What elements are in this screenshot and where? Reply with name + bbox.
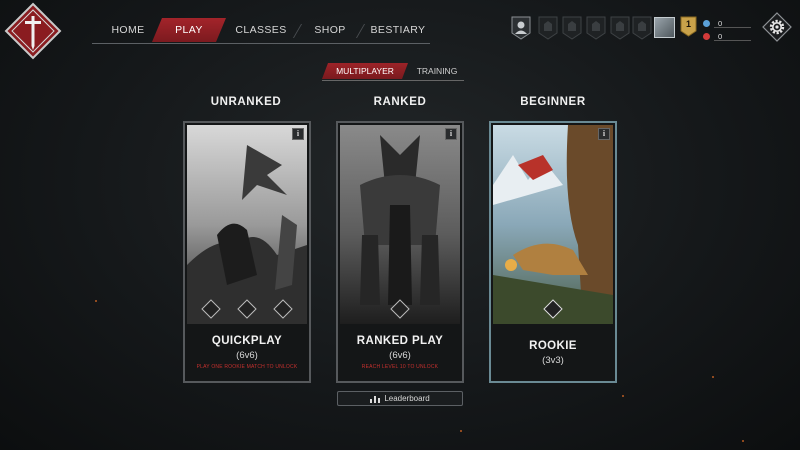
heading-unranked: UNRANKED	[210, 96, 282, 108]
unlock-requirement: REACH LEVEL 10 TO UNLOCK	[361, 364, 439, 370]
class-icon	[237, 299, 257, 319]
mode-title: ROOKIE	[529, 340, 577, 352]
locked-badge-icon[interactable]	[585, 16, 607, 40]
main-nav: HOME PLAY CLASSES SHOP BESTIARY	[92, 18, 430, 44]
rookie-card[interactable]: i ROOKIE (3v3)	[489, 121, 617, 383]
mode-team-size: (6v6)	[236, 350, 258, 361]
locked-badge-icon[interactable]	[609, 16, 631, 40]
class-icon	[390, 299, 410, 319]
nav-separator	[355, 24, 366, 38]
tab-multiplayer[interactable]: MULTIPLAYER	[322, 63, 408, 79]
leaderboard-button[interactable]: Leaderboard	[337, 391, 463, 406]
ember-particle	[622, 395, 624, 397]
mode-title: RANKED PLAY	[356, 335, 444, 347]
locked-badge-icon[interactable]	[537, 16, 559, 40]
game-logo[interactable]	[4, 2, 62, 60]
heading-ranked: RANKED	[373, 96, 427, 108]
bar-chart-icon	[370, 395, 381, 403]
nav-home[interactable]: HOME	[100, 18, 156, 42]
blood-amount: 0	[714, 32, 751, 41]
mode-team-size: (3v3)	[542, 355, 564, 366]
info-button[interactable]: i	[598, 128, 610, 140]
settings-button[interactable]	[762, 12, 792, 42]
gear-icon	[762, 12, 792, 42]
rookie-art	[493, 125, 613, 324]
class-icon	[543, 299, 563, 319]
sword-icon	[4, 2, 62, 60]
locked-badge-icon[interactable]	[631, 16, 653, 40]
nav-underline	[92, 43, 430, 44]
crystal-amount: 0	[714, 19, 751, 28]
info-button[interactable]: i	[445, 128, 457, 140]
nav-shop[interactable]: SHOP	[304, 18, 356, 42]
nav-bestiary[interactable]: BESTIARY	[366, 18, 430, 42]
crystal-icon	[703, 19, 710, 27]
ranked-card[interactable]: i RANKED PLAY (6v6) REACH LEVEL 10 TO UN…	[336, 121, 464, 383]
ember-particle	[95, 300, 97, 302]
tab-training[interactable]: TRAINING	[410, 63, 464, 79]
heading-beginner: BEGINNER	[520, 96, 586, 108]
nav-classes[interactable]: CLASSES	[230, 18, 292, 42]
nav-separator	[292, 24, 303, 38]
avatar[interactable]	[654, 17, 675, 38]
quickplay-card[interactable]: i QUICKPLAY (6v6) PLAY ONE ROOKIE MATCH …	[183, 121, 311, 383]
subtab-underline	[322, 80, 464, 81]
ember-particle	[742, 440, 744, 442]
mode-team-size: (6v6)	[389, 350, 411, 361]
unlock-requirement: PLAY ONE ROOKIE MATCH TO UNLOCK	[196, 364, 298, 370]
currency-crystal: 0	[703, 18, 751, 28]
locked-badge-icon[interactable]	[561, 16, 583, 40]
play-subtabs: MULTIPLAYER TRAINING	[322, 63, 464, 81]
level-number: 1	[685, 19, 691, 29]
ember-particle	[712, 376, 714, 378]
player-badge-icon[interactable]	[510, 16, 532, 40]
level-badge: 1	[680, 16, 697, 37]
currency-blood: 0	[703, 31, 751, 41]
class-icon	[273, 299, 293, 319]
mode-title: QUICKPLAY	[211, 335, 283, 347]
ember-particle	[460, 430, 462, 432]
class-icon	[201, 299, 221, 319]
ranked-art	[340, 125, 460, 324]
info-button[interactable]: i	[292, 128, 304, 140]
blood-icon	[703, 32, 710, 40]
leaderboard-label: Leaderboard	[384, 394, 430, 403]
quickplay-art	[187, 125, 307, 324]
nav-play[interactable]: PLAY	[152, 18, 226, 42]
